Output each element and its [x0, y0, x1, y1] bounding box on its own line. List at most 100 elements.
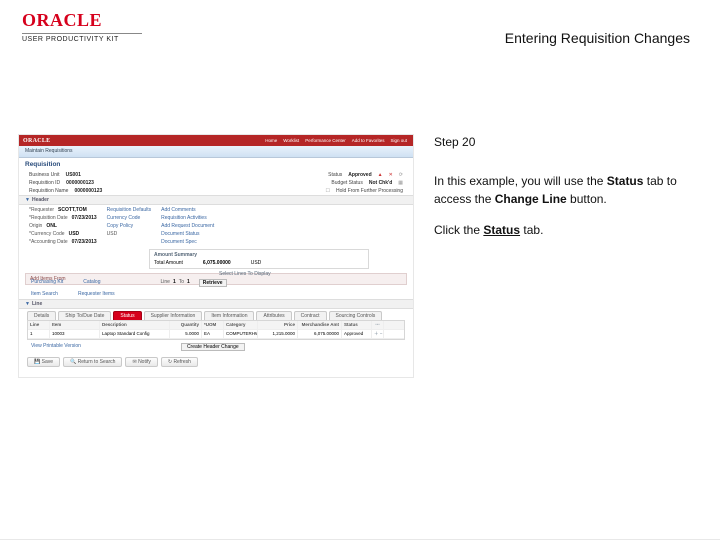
status-value: Approved — [348, 172, 371, 178]
amt-sum-v: 6,075.00000 — [203, 260, 231, 266]
rname-value: 0000000123 — [74, 188, 102, 194]
i1b: Status — [607, 174, 644, 188]
ad-l: *Accounting Date — [29, 239, 68, 245]
amt-sum-l: Total Amount — [154, 260, 183, 266]
gr-price: 1,215.0000 — [258, 330, 298, 338]
thumb-sub-row-1: Purchasing Kit Catalog Line1To1Retrieve — [19, 277, 413, 289]
budget-value: Not Chk'd — [369, 180, 392, 186]
thumb-oracle-logo: ORACLE — [23, 138, 50, 144]
thumb-header-bar: ▼Header — [19, 195, 413, 205]
tab-details[interactable]: Details — [27, 311, 56, 320]
approve-icon: ▲ — [378, 172, 383, 178]
cur-v2: USD — [107, 231, 118, 237]
thumb-tabs: Details Ship To/Due Date Status Supplier… — [19, 309, 413, 320]
amt-sum-cur: USD — [251, 260, 262, 266]
thumb-breadcrumb: Maintain Requisitions — [19, 146, 413, 158]
gh-amt: Merchandise Amt — [298, 321, 342, 329]
bu-label: Business Unit — [29, 172, 60, 178]
twist-icon-2: ▼ — [25, 301, 30, 307]
i1a: In this example, you will use the — [434, 174, 607, 188]
tab-supplier[interactable]: Supplier Information — [144, 311, 203, 320]
bu-value: US001 — [66, 172, 81, 178]
gr-desc: Laptop Standard Config — [100, 330, 170, 338]
nav-home: Home — [265, 138, 277, 143]
link-purch-kit: Purchasing Kit — [31, 279, 63, 287]
rd-l: *Requisition Date — [29, 215, 68, 221]
rid-value: 0000000123 — [66, 180, 94, 186]
gh-price: Price — [258, 321, 298, 329]
tab-status[interactable]: Status — [113, 311, 141, 320]
thumb-view-row: View Printable Version Create Header Cha… — [19, 340, 413, 353]
tab-iteminfo[interactable]: Item Information — [204, 311, 254, 320]
instruction-panel: Step 20 In this example, you will use th… — [434, 134, 704, 254]
select-disp-title: Select Lines To Display — [219, 271, 271, 277]
link-req-act: Requisition Activities — [161, 215, 207, 221]
sd-to: 1 — [187, 279, 190, 287]
nav-perf: Performance Center — [305, 138, 346, 143]
budget-icon: ▦ — [398, 180, 403, 186]
tab-sourcing[interactable]: Sourcing Controls — [329, 311, 383, 320]
gh-stat: Status — [342, 321, 372, 329]
orig-v: ONL — [46, 223, 57, 229]
link-add-comments: Add Comments — [161, 207, 195, 213]
gr-amt: 6,075.00000 — [298, 330, 342, 338]
gh-more: ⋯ — [372, 321, 384, 329]
gh-qty: Quantity — [170, 321, 202, 329]
btn-return: 🔍 Return to Search — [63, 357, 122, 367]
i2a: Click the — [434, 223, 483, 237]
i2b: Status — [483, 223, 520, 237]
btn-notify-label: Notify — [138, 359, 151, 365]
gh-cat: Category — [224, 321, 258, 329]
gr-cat: COMPUTERHW — [224, 330, 258, 338]
thumb-amount-summary: Amount Summary Total Amount 6,075.00000 … — [149, 249, 369, 269]
tab-attrs[interactable]: Attributes — [256, 311, 291, 320]
btn-refresh-label: Refresh — [173, 359, 191, 365]
ad-v: 07/23/2013 — [72, 239, 97, 245]
hold-label: Hold From Further Processing — [336, 188, 403, 194]
line-bar-label: Line — [32, 301, 42, 307]
thumb-header-row-2: Requisition ID 0000000123 Budget Status … — [19, 179, 413, 187]
tab-contract[interactable]: Contract — [294, 311, 327, 320]
twist-icon: ▼ — [25, 197, 30, 203]
thumb-grid: Line Item Description Quantity *UOM Cate… — [27, 320, 405, 340]
link-add-req-doc: Add Request Document — [161, 223, 214, 229]
gr-more: ＋ − — [372, 330, 384, 338]
gr-stat: Approved — [342, 330, 372, 338]
thumb-header-row-1: Business Unit US001 Status Approved ▲ ✕ … — [19, 171, 413, 179]
oracle-logo: ORACLE — [22, 10, 142, 31]
header-bar-label: Header — [32, 197, 49, 203]
tab-shipto[interactable]: Ship To/Due Date — [58, 311, 111, 320]
product-subtitle: USER PRODUCTIVITY KIT — [22, 33, 142, 43]
btn-notify: ✉ Notify — [125, 357, 157, 367]
budget-label: Budget Status — [331, 180, 362, 186]
app-screenshot: ORACLE Home Worklist Performance Center … — [18, 134, 414, 378]
grid-row-1: 1 10003 Laptop Standard Config 5.0000 EA… — [28, 330, 404, 339]
instruction-line-2: Click the Status tab. — [434, 222, 704, 239]
btn-save-label: Save — [42, 359, 53, 365]
req-l: *Requester — [29, 207, 54, 213]
refresh-icon: ⟳ — [399, 172, 403, 178]
nav-fav: Add to Favorites — [352, 138, 385, 143]
thumb-top-bar: ORACLE Home Worklist Performance Center … — [19, 135, 413, 146]
gr-line: 1 — [28, 330, 50, 338]
nav-signout: Sign out — [390, 138, 407, 143]
link-copy-policy: Copy Policy — [107, 223, 133, 229]
i2c: tab. — [520, 223, 543, 237]
btn-save: 💾 Save — [27, 357, 60, 367]
sd-line-l: Line — [160, 279, 169, 287]
orig-l: Origin — [29, 223, 42, 229]
step-label: Step 20 — [434, 134, 704, 151]
gh-line: Line — [28, 321, 50, 329]
link-item-search: Item Search — [31, 291, 58, 297]
btn-refresh: ↻ Refresh — [161, 357, 198, 367]
link-req-items: Requester Items — [78, 291, 115, 297]
gr-qty: 5.0000 — [170, 330, 202, 338]
sd-from: 1 — [173, 279, 176, 287]
req-v: SCOTT,TOM — [58, 207, 87, 213]
cur-l: *Currency Code — [29, 231, 65, 237]
amt-sum-title: Amount Summary — [154, 252, 364, 258]
gr-item: 10003 — [50, 330, 100, 338]
rd-v: 07/23/2013 — [72, 215, 97, 221]
link-view-print: View Printable Version — [31, 343, 81, 351]
rname-label: Requisition Name — [29, 188, 68, 194]
